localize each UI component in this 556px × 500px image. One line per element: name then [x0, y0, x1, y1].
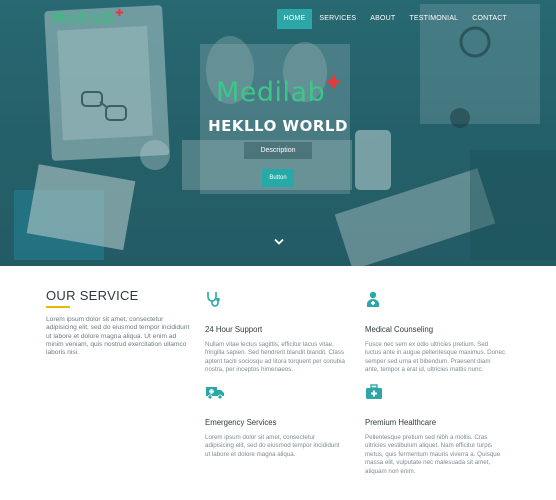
nav-menu: HOME SERVICES ABOUT TESTIMONIAL CONTACT: [276, 9, 514, 29]
card-text: Lorem ipsum dolor sit amet, consectetur …: [205, 434, 340, 458]
card-text: Nullam vitae lectus sagittis, efficitur …: [205, 341, 345, 374]
service-card: 24 Hour Support Nullam vitae lectus sagi…: [205, 291, 345, 375]
nav-item-home[interactable]: HOME: [276, 9, 313, 29]
service-card: Medical Counseling Fusce nec sem ex odio…: [365, 291, 505, 375]
nav-item-contact[interactable]: CONTACT: [465, 9, 514, 29]
heading-underline: [46, 306, 70, 308]
card-title: 24 Hour Support: [205, 325, 263, 334]
card-text: Pellentesque pretium sed nibh a mollis. …: [365, 434, 501, 475]
nav-logo-text: Medilab: [52, 9, 115, 27]
hero-banner: Medilab✚ HOME SERVICES ABOUT TESTIMONIAL…: [0, 0, 556, 266]
doctor-icon: [367, 291, 379, 307]
card-text: Fusce nec sem ex odio ultricies pretium.…: [365, 341, 505, 374]
service-section: OUR SERVICE Lorem ipsum dolor sit amet, …: [0, 266, 556, 500]
card-title: Medical Counseling: [365, 325, 434, 334]
nav-item-testimonial[interactable]: TESTIMONIAL: [402, 9, 465, 29]
medkit-icon: [366, 384, 382, 399]
hero-title: HEKLLO WORLD: [208, 117, 348, 135]
hero-logo: Medilab✚: [0, 73, 556, 111]
service-card: Emergency Services Lorem ipsum dolor sit…: [205, 384, 345, 459]
service-intro: Lorem ipsum dolor sit amet, consectetur …: [46, 316, 190, 357]
hero-content: Medilab✚ HEKLLO WORLD Description Button: [0, 73, 556, 187]
top-navbar: Medilab✚ HOME SERVICES ABOUT TESTIMONIAL…: [0, 8, 556, 29]
nav-logo[interactable]: Medilab✚: [52, 8, 125, 27]
card-title: Premium Healthcare: [365, 418, 437, 427]
ambulance-icon: [206, 387, 224, 400]
hero-button[interactable]: Button: [262, 169, 294, 187]
service-heading: OUR SERVICE: [46, 288, 139, 303]
stethoscope-icon: [207, 292, 220, 307]
nav-item-about[interactable]: ABOUT: [363, 9, 402, 29]
hero-logo-plus-icon: ✚: [326, 73, 341, 93]
service-card: Premium Healthcare Pellentesque pretium …: [365, 384, 505, 476]
nav-item-services[interactable]: SERVICES: [312, 9, 363, 29]
logo-plus-icon: ✚: [115, 8, 125, 19]
chevron-down-icon[interactable]: [274, 238, 284, 246]
card-title: Emergency Services: [205, 418, 277, 427]
hero-logo-text: Medilab: [216, 77, 326, 108]
hero-description: Description: [244, 142, 312, 159]
